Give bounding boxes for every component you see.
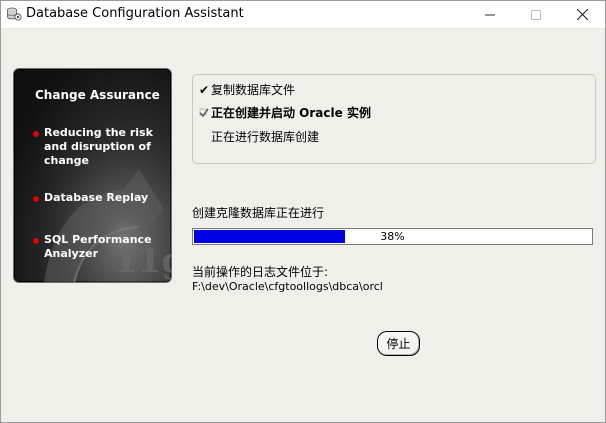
log-file-path: F:\dev\Oracle\cfgtoollogs\dbca\orcl (192, 280, 383, 293)
maximize-button[interactable] (513, 1, 559, 28)
minimize-icon (485, 14, 495, 15)
banner-item-reducing-risk: Reducing the risk and disruption of chan… (33, 126, 165, 168)
steps-panel: ✔ 复制数据库文件 正在创建并启动 Oracle 实例 正在进行数据库创建 (192, 74, 596, 164)
banner-item-sql-performance-analyzer: SQL Performance Analyzer (33, 233, 165, 261)
stop-button[interactable]: 停止 (377, 331, 420, 356)
progress-label: 创建克隆数据库正在进行 (192, 206, 325, 220)
step-create-start-instance: 正在创建并启动 Oracle 实例 (197, 104, 371, 121)
banner-item-database-replay: Database Replay (33, 191, 165, 205)
log-location-label: 当前操作的日志文件位于: (192, 265, 329, 279)
step-label: 正在创建并启动 Oracle 实例 (211, 106, 371, 120)
progress-bar: 38% (192, 228, 593, 245)
maximize-icon (531, 9, 541, 20)
window-title: Database Configuration Assistant (26, 6, 244, 21)
step-label: 复制数据库文件 (211, 83, 296, 97)
title-bar: Database Configuration Assistant (1, 1, 605, 29)
bullet-icon (33, 196, 39, 202)
close-icon (576, 9, 588, 20)
banner-item-label: SQL Performance Analyzer (44, 233, 152, 260)
banner-item-label: Reducing the risk and disruption of chan… (44, 126, 153, 167)
progress-percent: 38% (380, 230, 405, 243)
minimize-button[interactable] (467, 1, 513, 28)
bullet-icon (33, 131, 39, 137)
checkmark-icon: ✔ (198, 82, 210, 97)
change-assurance-banner: 11g Change Assurance Reducing the risk a… (13, 68, 172, 283)
step-label: 正在进行数据库创建 (211, 130, 320, 144)
banner-heading: Change Assurance (35, 88, 160, 102)
dbca-app-icon (7, 7, 22, 21)
bullet-icon (33, 238, 39, 244)
step-database-creation: 正在进行数据库创建 (197, 128, 319, 145)
in-progress-icon (197, 106, 211, 120)
dbca-window: Database Configuration Assistant 11g Cha… (0, 0, 606, 423)
banner-item-label: Database Replay (44, 191, 149, 204)
close-button[interactable] (559, 1, 605, 28)
step-copy-database-files: ✔ 复制数据库文件 (197, 81, 295, 98)
